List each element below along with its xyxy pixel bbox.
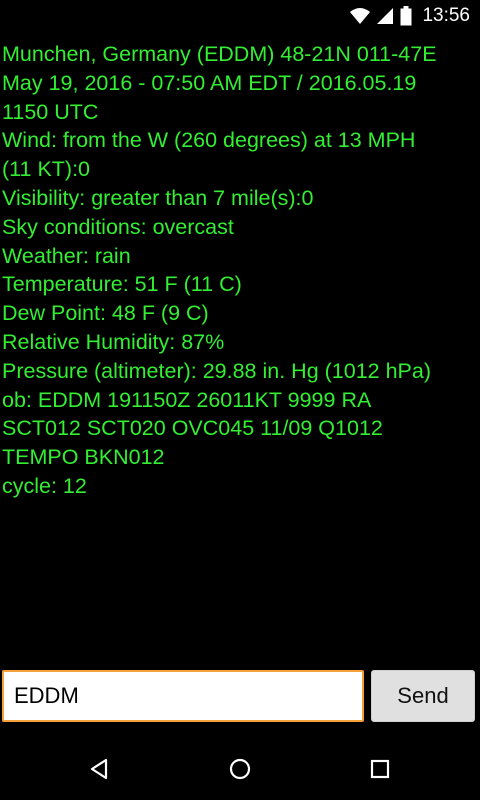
report-line: Wind: from the W (260 degrees) at 13 MPH [2,128,416,153]
back-icon[interactable] [86,756,112,782]
report-line: Temperature: 51 F (11 C) [2,272,242,297]
recents-icon[interactable] [367,756,393,782]
cell-signal-icon [376,7,394,25]
home-icon[interactable] [227,756,253,782]
send-button[interactable]: Send [371,670,475,722]
report-line: Pressure (altimeter): 29.88 in. Hg (1012… [2,358,432,383]
report-line: Weather: rain [2,243,131,268]
report-line: TEMPO BKN012 [2,445,165,470]
report-line: May 19, 2016 - 07:50 AM EDT / 2016.05.19 [2,70,417,95]
navigation-bar [0,736,480,800]
wifi-icon [350,7,371,25]
report-line: Visibility: greater than 7 mile(s):0 [2,185,314,210]
report-line: Relative Humidity: 87% [2,329,225,354]
station-code-input[interactable] [2,670,364,722]
report-line: cycle: 12 [2,473,87,498]
report-line: Sky conditions: overcast [2,214,234,239]
report-line: SCT012 SCT020 OVC045 11/09 Q1012 [2,416,383,441]
input-row: Send [0,668,480,724]
report-line: Dew Point: 48 F (9 C) [2,301,209,326]
report-line: 1150 UTC [2,99,99,124]
status-bar: 13:56 [0,0,480,32]
weather-report: Munchen, Germany (EDDM) 48-21N 011-47E M… [2,40,478,501]
report-line: Munchen, Germany (EDDM) 48-21N 011-47E [2,42,437,66]
battery-icon [400,6,412,26]
status-time: 13:56 [422,5,470,26]
report-line: ob: EDDM 191150Z 26011KT 9999 RA [2,387,372,412]
report-line: (11 KT):0 [2,157,91,182]
